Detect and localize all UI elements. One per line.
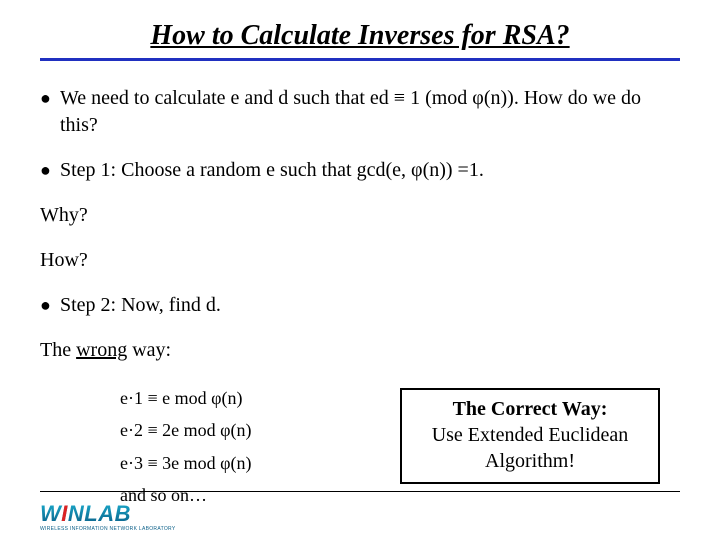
correct-way-title: The Correct Way: — [408, 396, 652, 422]
math-row: and so on… — [120, 479, 680, 511]
winlab-logo: WINLAB WIRELESS INFORMATION NETWORK LABO… — [40, 503, 176, 532]
logo-text: WINLAB — [40, 503, 131, 525]
slide-title: How to Calculate Inverses for RSA? — [40, 20, 680, 52]
bullet-text: Step 2: Now, find d. — [60, 292, 680, 319]
logo-text-red: I — [61, 501, 68, 526]
bullet-item: ● We need to calculate e and d such that… — [40, 85, 680, 139]
bullet-item: ● Step 1: Choose a random e such that gc… — [40, 157, 680, 184]
logo-subtitle: WIRELESS INFORMATION NETWORK LABORATORY — [40, 526, 176, 532]
footer-rule — [40, 491, 680, 492]
title-underline — [40, 58, 680, 61]
wrong-suffix: way: — [127, 339, 171, 361]
bullet-item: ● Step 2: Now, find d. — [40, 292, 680, 319]
bullet-icon: ● — [40, 85, 60, 110]
correct-way-box: The Correct Way: Use Extended Euclidean … — [400, 388, 660, 484]
bullet-text: We need to calculate e and d such that e… — [60, 85, 680, 139]
logo-text-pre: W — [40, 501, 61, 526]
wrong-prefix: The — [40, 339, 76, 361]
bullet-icon: ● — [40, 157, 60, 182]
correct-way-line: Algorithm! — [408, 448, 652, 474]
wrong-word: wrong — [76, 339, 127, 361]
correct-way-line: Use Extended Euclidean — [408, 422, 652, 448]
bullet-icon: ● — [40, 292, 60, 317]
wrong-way-line: The wrong way: — [40, 337, 680, 364]
why-line: Why? — [40, 202, 680, 229]
bullet-text: Step 1: Choose a random e such that gcd(… — [60, 157, 680, 184]
logo-text-post: NLAB — [68, 501, 131, 526]
how-line: How? — [40, 247, 680, 274]
